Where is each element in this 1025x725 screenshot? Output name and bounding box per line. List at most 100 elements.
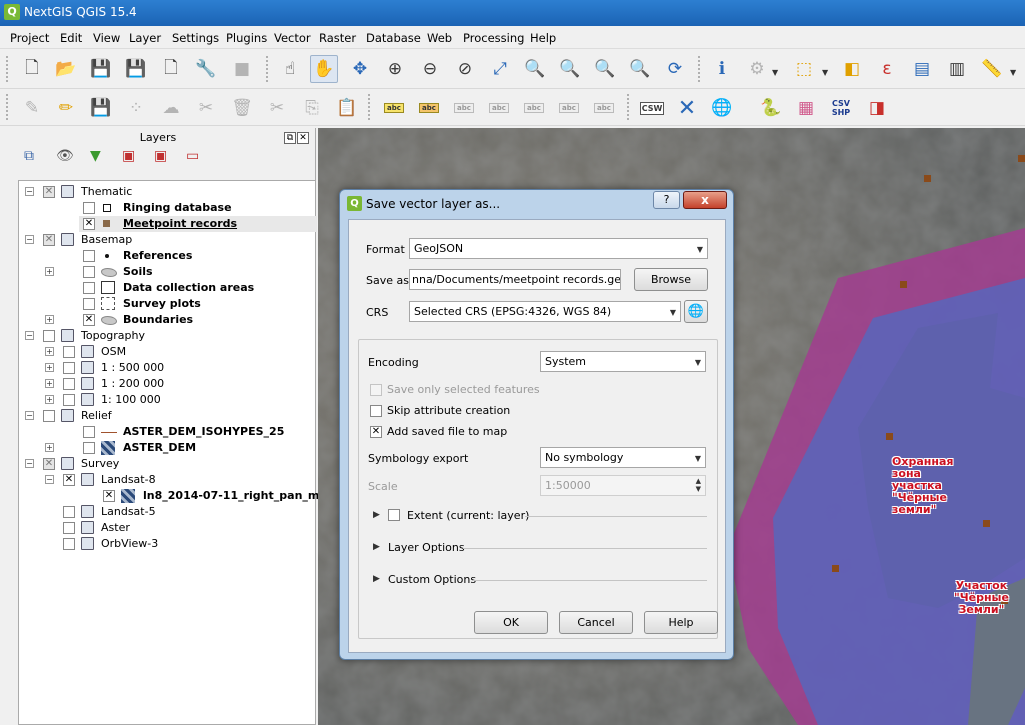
- zoom-last-icon[interactable]: 🔍: [591, 55, 619, 83]
- layer-row[interactable]: + ✕ Boundaries: [19, 312, 317, 328]
- toolbar-grip[interactable]: [266, 56, 271, 82]
- web-globe-icon[interactable]: 🌐: [708, 94, 736, 122]
- scale-spinbox[interactable]: 1:50000 ▲ ▼: [540, 475, 706, 496]
- run-feature-action-icon[interactable]: ⚙: [743, 55, 771, 83]
- collapse-icon[interactable]: −: [25, 235, 34, 244]
- layer-visibility-checkbox[interactable]: [43, 410, 55, 422]
- toolbar-grip[interactable]: [368, 94, 373, 120]
- expand-icon[interactable]: +: [45, 363, 54, 372]
- layer-visibility-checkbox[interactable]: [63, 522, 75, 534]
- touch-zoom-pan-icon[interactable]: ☝: [276, 55, 304, 83]
- expand-icon[interactable]: +: [45, 267, 54, 276]
- layer-group-row[interactable]: +1: 100 000: [19, 392, 317, 408]
- skip-attributes-checkbox[interactable]: [370, 405, 382, 417]
- layer-group-row[interactable]: Landsat-5: [19, 504, 317, 520]
- chevron-down-icon[interactable]: ▼: [772, 68, 778, 77]
- show-hide-labels-icon[interactable]: abc: [485, 94, 513, 122]
- close-panel-icon[interactable]: ✕: [297, 132, 309, 144]
- zoom-to-selection-icon[interactable]: 🔍: [521, 55, 549, 83]
- layer-visibility-checkbox[interactable]: ✕: [63, 474, 75, 486]
- move-label-icon[interactable]: abc: [520, 94, 548, 122]
- menu-edit[interactable]: Edit: [60, 31, 82, 45]
- menu-settings[interactable]: Settings: [172, 31, 219, 45]
- layer-visibility-checkbox[interactable]: [63, 506, 75, 518]
- csw-client-icon[interactable]: CSW: [638, 94, 666, 122]
- menu-plugins[interactable]: Plugins: [226, 31, 267, 45]
- layer-visibility-checkbox[interactable]: [63, 378, 75, 390]
- menu-vector[interactable]: Vector: [274, 31, 311, 45]
- delete-selected-icon[interactable]: 🗑: [228, 94, 256, 122]
- zoom-to-layer-icon[interactable]: 🔍: [556, 55, 584, 83]
- browse-button[interactable]: Browse: [634, 268, 708, 291]
- menu-help[interactable]: Help: [530, 31, 556, 45]
- layer-visibility-checkbox[interactable]: [63, 346, 75, 358]
- identify-features-icon[interactable]: ℹ: [708, 55, 736, 83]
- expand-icon[interactable]: +: [45, 315, 54, 324]
- move-feature-icon[interactable]: ☁: [157, 94, 185, 122]
- layer-group-row[interactable]: − ✕ Landsat-8: [19, 472, 317, 488]
- chevron-down-icon[interactable]: ▼: [822, 68, 828, 77]
- layer-group-row[interactable]: − Topography: [19, 328, 317, 344]
- zoom-out-icon[interactable]: ⊖: [416, 55, 444, 83]
- deselect-features-icon[interactable]: ◧: [838, 55, 866, 83]
- expand-layer-options-icon[interactable]: ▶: [373, 542, 380, 552]
- layer-visibility-checkbox[interactable]: [83, 266, 95, 278]
- layer-visibility-checkbox[interactable]: [63, 362, 75, 374]
- chevron-down-icon[interactable]: ▼: [1010, 68, 1016, 77]
- layer-options-label[interactable]: Layer Options: [388, 541, 465, 554]
- crs-selector-button[interactable]: 🌐: [684, 300, 708, 323]
- layer-group-row[interactable]: − ✕ Survey: [19, 456, 317, 472]
- pin-labels-icon[interactable]: abc: [415, 94, 443, 122]
- add-feature-icon[interactable]: ⁘: [122, 94, 150, 122]
- crs-select[interactable]: Selected CRS (EPSG:4326, WGS 84) ▼: [409, 301, 681, 322]
- measure-line-icon[interactable]: 📏: [978, 55, 1006, 83]
- layer-visibility-checkbox[interactable]: [83, 298, 95, 310]
- attribute-table-icon[interactable]: ▤: [908, 55, 936, 83]
- collapse-icon[interactable]: −: [25, 459, 34, 468]
- filter-legend-icon[interactable]: ▼: [90, 148, 101, 164]
- custom-options-label[interactable]: Custom Options: [388, 573, 476, 586]
- layer-visibility-checkbox[interactable]: [83, 282, 95, 294]
- help-title-button[interactable]: ?: [653, 191, 680, 209]
- toolbar-grip[interactable]: [6, 56, 11, 82]
- add-group-icon[interactable]: ⧉: [24, 148, 34, 164]
- save-layer-edits-icon[interactable]: 💾: [87, 94, 115, 122]
- close-button[interactable]: x: [683, 191, 727, 209]
- collapse-icon[interactable]: −: [25, 411, 34, 420]
- zoom-full-icon[interactable]: ⤢: [486, 55, 514, 83]
- node-tool-icon[interactable]: ✂: [192, 94, 220, 122]
- plugin-grid-icon[interactable]: ▦: [792, 94, 820, 122]
- layer-visibility-checkbox[interactable]: [83, 250, 95, 262]
- layer-group-row[interactable]: − Relief: [19, 408, 317, 424]
- pan-to-selection-icon[interactable]: ✥: [346, 55, 374, 83]
- expand-all-icon[interactable]: ▣: [122, 148, 135, 164]
- layer-row[interactable]: ✕ ln8_2014-07-11_right_pan_mul: [19, 488, 331, 504]
- expand-icon[interactable]: +: [45, 443, 54, 452]
- menu-view[interactable]: View: [93, 31, 120, 45]
- menu-processing[interactable]: Processing: [463, 31, 524, 45]
- new-project-icon[interactable]: 🗋: [18, 55, 46, 83]
- pan-map-icon[interactable]: ✋: [310, 55, 338, 83]
- open-project-icon[interactable]: 📂: [52, 55, 80, 83]
- manage-visibility-icon[interactable]: 👁: [56, 148, 74, 164]
- select-by-expression-icon[interactable]: ε: [873, 55, 901, 83]
- layer-visibility-checkbox[interactable]: ✕: [43, 458, 55, 470]
- extent-checkbox[interactable]: [388, 509, 400, 521]
- layer-visibility-checkbox[interactable]: ✕: [103, 490, 115, 502]
- toolbar-grip[interactable]: [698, 56, 703, 82]
- save-as-icon[interactable]: 💾: [122, 55, 150, 83]
- layer-visibility-checkbox[interactable]: [83, 442, 95, 454]
- cross-tool-icon[interactable]: ✕: [673, 94, 701, 122]
- layer-group-row[interactable]: − ✕ Thematic: [19, 184, 317, 200]
- layer-row[interactable]: Data collection areas: [19, 280, 317, 296]
- layer-row[interactable]: Survey plots: [19, 296, 317, 312]
- toggle-editing-icon[interactable]: ✏: [52, 94, 80, 122]
- layer-visibility-checkbox[interactable]: [43, 330, 55, 342]
- highlight-pinned-labels-icon[interactable]: abc: [450, 94, 478, 122]
- toolbar-grip[interactable]: [627, 94, 632, 120]
- cut-features-icon[interactable]: ✂: [263, 94, 291, 122]
- menu-project[interactable]: Project: [10, 31, 49, 45]
- expand-icon[interactable]: +: [45, 395, 54, 404]
- collapse-icon[interactable]: −: [45, 475, 54, 484]
- statistics-icon[interactable]: ▥: [943, 55, 971, 83]
